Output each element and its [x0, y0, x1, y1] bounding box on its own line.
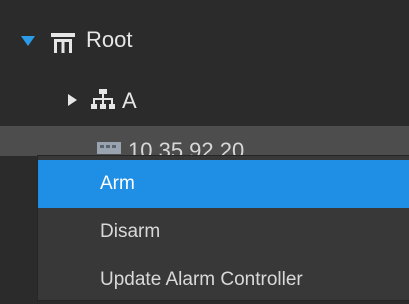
tree-node-device[interactable]: 10.35.92.20 [0, 126, 409, 162]
network-topology-icon [90, 88, 116, 112]
menu-item-disarm[interactable]: Disarm [38, 208, 409, 256]
grid-network-icon [50, 32, 76, 54]
tree-node-label: A [122, 88, 137, 113]
chevron-down-icon[interactable] [20, 34, 36, 48]
chevron-right-icon[interactable] [66, 92, 78, 108]
device-icon [96, 140, 122, 156]
context-menu: Arm Disarm Update Alarm Controller [38, 156, 409, 300]
tree-node-label: Root [86, 27, 133, 52]
menu-item-arm[interactable]: Arm [38, 160, 409, 208]
tree-node-root[interactable]: Root [0, 14, 409, 66]
menu-item-update-alarm-controller[interactable]: Update Alarm Controller [38, 256, 409, 304]
tree-node-a[interactable]: A [0, 76, 409, 126]
